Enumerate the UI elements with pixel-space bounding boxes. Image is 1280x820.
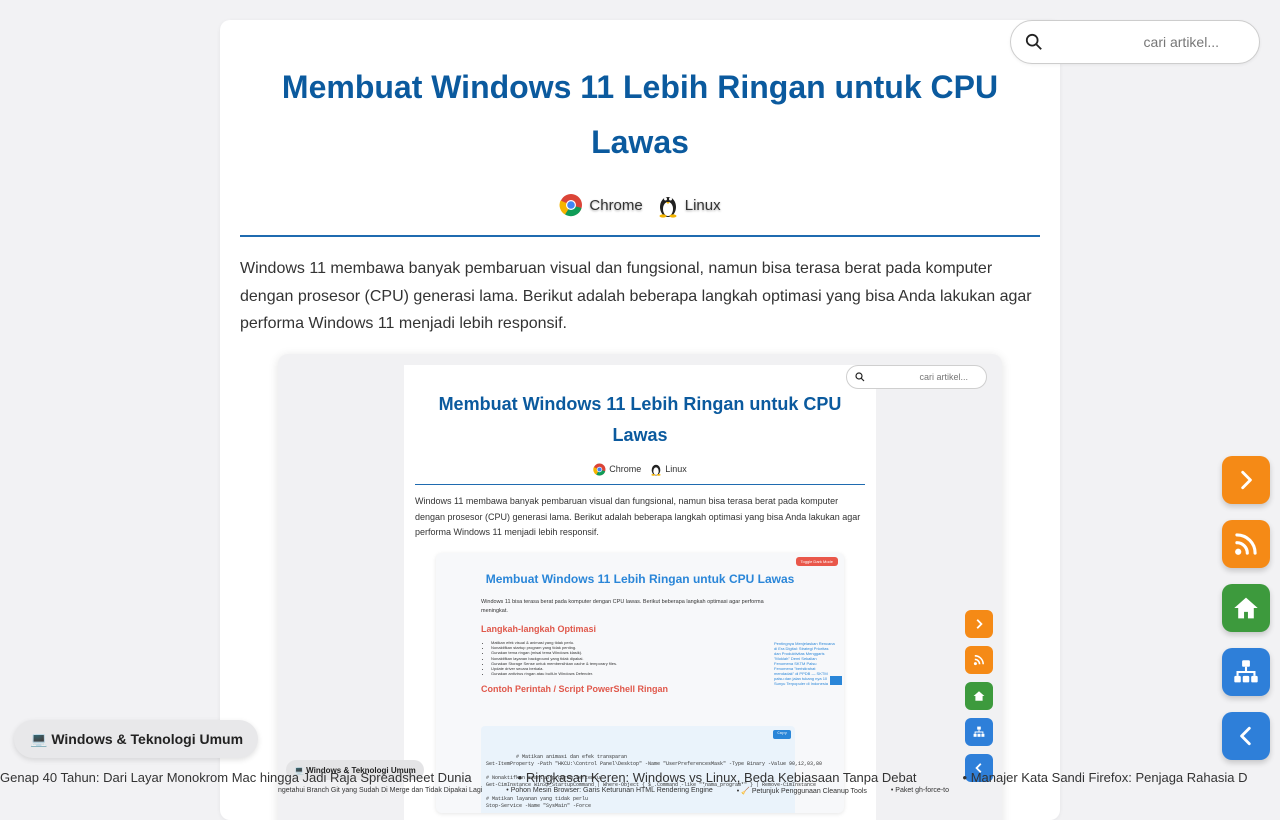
embedded-screenshot: Membuat Windows 11 Lebih Ringan untuk CP… xyxy=(278,354,1002,820)
embedded-tag-linux: Linux xyxy=(650,462,687,476)
embedded-divider xyxy=(415,484,865,485)
rss-icon xyxy=(1235,533,1257,555)
category-pill[interactable]: 💻 Windows & Teknologi Umum xyxy=(14,720,258,758)
nested-intro: Windows 11 bisa terasa berat pada komput… xyxy=(481,599,764,614)
embedded-sitemap-button xyxy=(965,718,993,746)
embedded-article-card: Membuat Windows 11 Lebih Ringan untuk CP… xyxy=(404,365,876,820)
previous-article-button[interactable] xyxy=(1222,712,1270,760)
search-input[interactable]: cari artikel... xyxy=(1010,20,1260,64)
chevron-right-icon xyxy=(1241,470,1252,490)
sitemap-icon xyxy=(973,726,985,737)
search-icon xyxy=(1025,33,1042,50)
embedded-next-button xyxy=(965,610,993,638)
linux-penguin-icon xyxy=(651,464,661,476)
embedded-rss-button xyxy=(965,646,993,674)
news-ticker: Genap 40 Tahun: Dari Layar Monokrom Mac … xyxy=(0,770,1280,790)
search-placeholder: cari artikel... xyxy=(1143,34,1219,50)
ticker-item[interactable]: • Ringkasan Keren: Windows vs Linux, Bed… xyxy=(518,770,917,790)
chrome-icon xyxy=(593,463,606,476)
chrome-icon xyxy=(559,194,583,217)
ticker-item[interactable]: • Manajer Kata Sandi Firefox: Penjaga Ra… xyxy=(963,770,1248,790)
embedded-search-input: cari artikel... xyxy=(846,365,987,389)
nested-heading-steps: Langkah-langkah Optimasi xyxy=(481,624,597,634)
embedded-tag-chrome: Chrome xyxy=(593,463,641,476)
list-item: Gunakan antivirus ringan atau built-in W… xyxy=(491,671,711,676)
home-icon xyxy=(973,691,985,701)
home-button[interactable] xyxy=(1222,584,1270,632)
linux-penguin-icon xyxy=(659,197,677,218)
embedded-tag-linux-label: Linux xyxy=(665,464,687,474)
tag-chrome-label: Chrome xyxy=(589,196,643,214)
rss-button[interactable] xyxy=(1222,520,1270,568)
article-intro: Windows 11 membawa banyak pembaruan visu… xyxy=(240,260,1032,332)
sitemap-icon xyxy=(1234,660,1258,683)
title-divider xyxy=(240,235,1040,237)
embedded-title: Membuat Windows 11 Lebih Ringan untuk CP… xyxy=(438,394,842,445)
category-label: 💻 Windows & Teknologi Umum xyxy=(30,730,244,747)
article-tags: Chrome Linux xyxy=(220,190,1060,220)
tag-linux[interactable]: Linux xyxy=(657,192,721,218)
chevron-left-icon xyxy=(1240,726,1251,746)
nested-scroll-indicator xyxy=(830,676,842,685)
embedded-intro: Windows 11 membawa banyak pembaruan visu… xyxy=(415,496,861,537)
article-card: Membuat Windows 11 Lebih Ringan untuk CP… xyxy=(220,20,1060,820)
next-article-button[interactable] xyxy=(1222,456,1270,504)
home-icon xyxy=(1234,597,1258,619)
chevron-right-icon xyxy=(976,619,983,629)
nested-steps-list: Matikan efek visual & animasi yang tidak… xyxy=(491,640,711,676)
nested-sidebar-links: Pentingnya Menjelaskan Rencana di Era Di… xyxy=(774,641,835,686)
nested-title: Membuat Windows 11 Lebih Ringan untuk CP… xyxy=(485,572,795,586)
embedded-tag-chrome-label: Chrome xyxy=(609,464,642,474)
embedded-search-placeholder: cari artikel... xyxy=(919,372,968,382)
tag-linux-label: Linux xyxy=(684,196,721,214)
search-icon xyxy=(855,372,865,382)
rss-icon xyxy=(973,655,984,666)
toggle-dark-mode-button: Toggle Dark Mode xyxy=(795,557,838,566)
article-title: Membuat Windows 11 Lebih Ringan untuk CP… xyxy=(281,69,999,160)
sitemap-button[interactable] xyxy=(1222,648,1270,696)
embedded-tags: Chrome Linux xyxy=(404,462,876,476)
tag-chrome[interactable]: Chrome xyxy=(559,193,643,217)
copy-button: Copy xyxy=(773,730,791,739)
embedded-home-button xyxy=(965,682,993,710)
ticker-item[interactable]: Genap 40 Tahun: Dari Layar Monokrom Mac … xyxy=(0,770,472,790)
